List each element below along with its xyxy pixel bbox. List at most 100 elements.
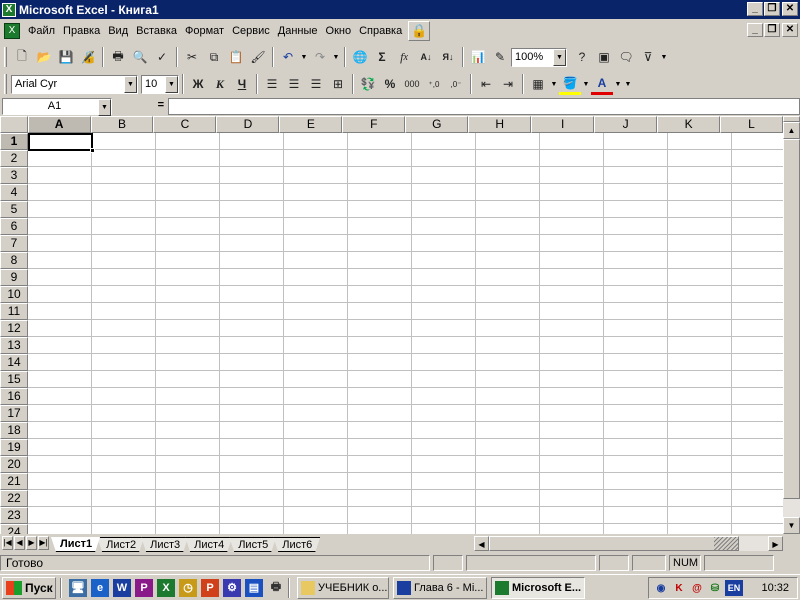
copy-icon[interactable]: ⧉ [203,46,225,68]
sheet-tab-4[interactable]: Лист4 [185,537,232,552]
chevron-down-icon[interactable]: ▼ [124,75,137,93]
horizontal-scroll-track[interactable] [489,536,768,551]
align-center-icon[interactable]: ☰ [283,73,305,95]
language-indicator[interactable]: EN [725,580,743,596]
menu-insert[interactable]: Вставка [132,23,181,39]
next-sheet-button[interactable]: ▶ [26,536,37,550]
menu-data[interactable]: Данные [274,23,322,39]
row-header[interactable]: 4 [0,184,28,201]
sheet-tab-5[interactable]: Лист5 [229,537,276,552]
row-header[interactable]: 3 [0,167,28,184]
fill-color-dropdown-icon[interactable]: ▼ [581,81,591,88]
library-icon[interactable]: ▤ [245,578,263,597]
scroll-right-button[interactable]: ▶ [768,536,783,551]
undo-icon[interactable]: ↶ [277,46,299,68]
toolbar-grip[interactable] [4,47,7,67]
print-preview-icon[interactable]: 🔍 [129,46,151,68]
workbook-icon[interactable]: X [4,23,20,39]
antivirus-icon[interactable]: K [671,580,687,596]
publisher-icon[interactable]: P [135,578,153,597]
scroll-up-button[interactable]: ▲ [783,122,800,139]
paste-icon[interactable]: 📋 [225,46,247,68]
menu-format[interactable]: Формат [181,23,228,39]
start-button[interactable]: Пуск [2,576,56,599]
drawing-icon[interactable]: ✎ [489,46,511,68]
row-header[interactable]: 14 [0,354,28,371]
calendar-icon[interactable]: ◷ [179,578,197,597]
hyperlink-icon[interactable]: 🌐 [349,46,371,68]
permission-icon[interactable]: 🔏 [77,46,99,68]
column-header[interactable]: B [90,116,154,133]
formula-input[interactable] [168,97,800,115]
chevron-down-icon[interactable]: ▼ [98,98,111,116]
new-document-icon[interactable]: 🗋 [11,46,33,68]
row-header[interactable]: 7 [0,235,28,252]
doc-close-button[interactable]: ✕ [782,23,798,37]
column-header[interactable]: H [468,116,532,133]
row-header[interactable]: 5 [0,201,28,218]
update-icon[interactable]: ⛁ [707,580,723,596]
zoom-select[interactable]: 100% ▼ [511,47,567,67]
worksheet-grid[interactable]: ABCDEFGHIJKL 1 2 3 4 5 6 7 8 9 10 11 12 13 14 15 16 17 18… [0,116,800,534]
fill-color-icon[interactable]: 🪣 [559,73,581,95]
last-sheet-button[interactable]: ▶| [38,536,49,550]
horizontal-scroll-thumb[interactable] [489,536,739,551]
row-header[interactable]: 21 [0,473,28,490]
row-header[interactable]: 18 [0,422,28,439]
column-header[interactable]: L [720,116,783,133]
column-header[interactable]: E [279,116,343,133]
underline-button[interactable]: Ч [231,73,253,95]
sheet-tab-1[interactable]: Лист1 [51,537,100,552]
word-icon[interactable]: W [113,578,131,597]
sheet-tab-6[interactable]: Лист6 [273,537,320,552]
merge-center-icon[interactable]: ⊞ [327,73,349,95]
comment-icon[interactable]: 🗨 [615,46,637,68]
row-header[interactable]: 10 [0,286,28,303]
row-header[interactable]: 2 [0,150,28,167]
excel-icon[interactable]: X [2,2,16,17]
row-header[interactable]: 24 [0,524,28,534]
select-all-button[interactable] [0,116,28,133]
close-button[interactable]: ✕ [782,2,798,16]
row-header[interactable]: 6 [0,218,28,235]
vertical-scroll-thumb[interactable] [783,139,800,499]
fill-handle[interactable] [90,148,95,153]
sort-ascending-icon[interactable]: A↓ [415,46,437,68]
minimize-button[interactable]: _ [747,2,763,16]
borders-icon[interactable]: ▦ [527,73,549,95]
taskbar-button-excel[interactable]: Microsoft E... [491,576,585,599]
increase-indent-icon[interactable]: ⇥ [497,73,519,95]
menu-view[interactable]: Вид [104,23,132,39]
font-name-select[interactable]: Arial Cyr ▼ [11,74,138,94]
chevron-down-icon[interactable]: ▼ [553,48,566,66]
row-header[interactable]: 22 [0,490,28,507]
mail-icon[interactable]: @ [689,580,705,596]
column-header[interactable]: I [531,116,595,133]
column-header[interactable]: C [153,116,217,133]
menu-file[interactable]: Файл [24,23,59,39]
font-color-dropdown-icon[interactable]: ▼ [613,81,623,88]
row-header[interactable]: 19 [0,439,28,456]
sheet-tab-2[interactable]: Лист2 [97,537,144,552]
font-size-select[interactable]: 10 ▼ [141,74,179,94]
chart-wizard-icon[interactable]: 📊 [467,46,489,68]
row-header[interactable]: 20 [0,456,28,473]
active-cell-selection[interactable] [28,133,95,153]
vertical-scrollbar[interactable]: ▲ ▼ [783,116,800,534]
cells-area[interactable] [28,133,783,534]
desktop-icon[interactable]: 🖥 [69,578,87,597]
toolbar-options-icon[interactable]: ▼ [659,54,669,61]
menu-help[interactable]: Справка [355,23,406,39]
powerpoint-icon[interactable]: P [201,578,219,597]
decrease-decimal-icon[interactable]: ,0⁻ [445,73,467,95]
menu-tools[interactable]: Сервис [228,23,274,39]
horizontal-scrollbar[interactable]: ◀ ▶ [474,536,783,551]
taskbar-button-textbook[interactable]: УЧЕБНИК о... [297,576,389,599]
function-icon[interactable]: fx [393,46,415,68]
column-header[interactable]: D [216,116,280,133]
row-header[interactable]: 12 [0,320,28,337]
column-header[interactable]: K [657,116,721,133]
forms-icon[interactable]: ▣ [593,46,615,68]
align-right-icon[interactable]: ☰ [305,73,327,95]
cut-icon[interactable]: ✂ [181,46,203,68]
